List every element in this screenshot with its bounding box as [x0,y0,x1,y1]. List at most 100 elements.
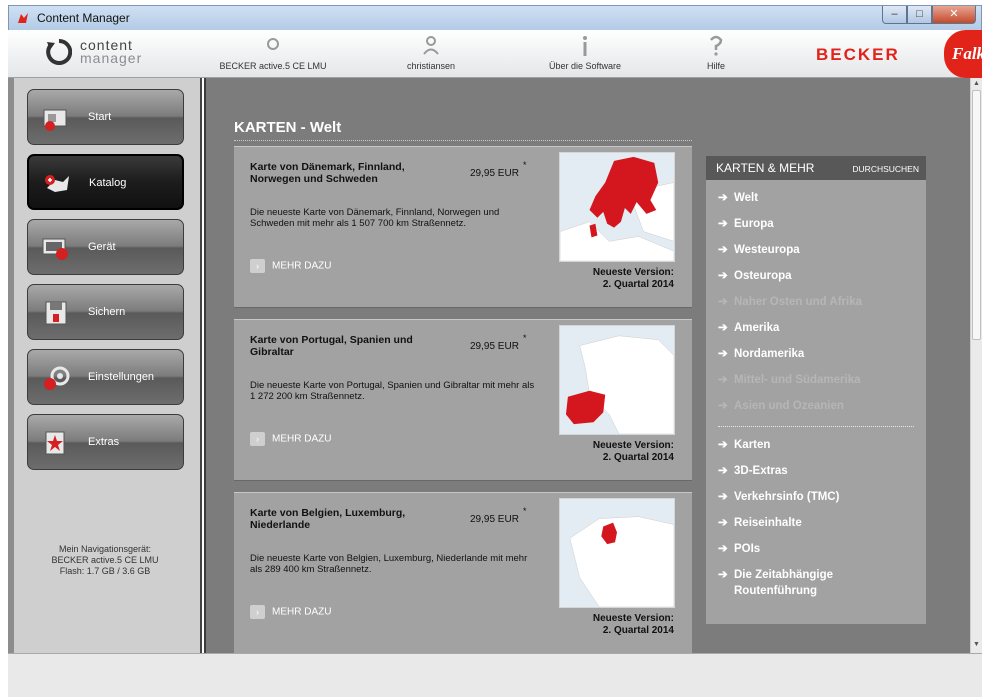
region-label: Amerika [734,322,780,334]
map-benelux-image [559,498,675,608]
category-link-zeitabhaengige-route[interactable]: ➔ Die Zeitabhängige Routenführung [718,567,908,599]
scrollbar-thumb[interactable] [972,90,981,340]
nav-settings-button[interactable]: Einstellungen [27,349,184,405]
nav-device-button[interactable]: Gerät [27,219,184,275]
arrow-right-icon: ➔ [718,270,728,282]
more-info-label: MEHR DAZU [272,260,332,272]
arrow-right-icon: ➔ [718,465,728,477]
vertical-scrollbar[interactable]: ▲ ▼ [970,78,982,653]
product-title: Karte von Portugal, Spanien und Gibralta… [250,334,413,358]
product-price: 29,95 EUR [470,168,519,179]
user-icon [423,36,439,55]
version-info: Neueste Version: 2. Quartal 2014 [534,613,674,637]
category-label: Die Zeitabhängige Routenführung [734,569,834,597]
version-info: Neueste Version: 2. Quartal 2014 [534,267,674,291]
product-description: Die neueste Karte von Belgien, Luxemburg… [250,553,528,575]
device-info-line3: Flash: 1.7 GB / 3.6 GB [59,566,151,576]
header-help[interactable]: Hilfe [701,34,731,71]
arrow-right-icon: ➔ [718,517,728,529]
start-icon [43,109,67,131]
header-device-label: BECKER active.5 CE LMU [219,61,327,71]
arrow-right-icon: ➔ [718,192,728,204]
scroll-down-icon[interactable]: ▼ [973,641,980,648]
falk-logo: Falk [944,30,982,78]
close-button[interactable]: ✕ [932,6,976,24]
nav-device-label: Gerät [88,241,116,253]
more-info-label: MEHR DAZU [272,433,332,445]
device-info: Mein Navigationsgerät: BECKER active.5 C… [8,544,202,577]
arrow-right-icon: ➔ [718,322,728,334]
chevron-right-icon: › [250,432,265,446]
nav-extras-label: Extras [88,436,120,448]
version-label: Neueste Version: [592,267,674,278]
catalog-icon [45,175,69,192]
category-link-pois[interactable]: ➔ POIs [718,541,760,555]
nav-catalog-button[interactable]: Katalog [27,154,184,210]
header-device[interactable]: BECKER active.5 CE LMU [208,34,338,71]
panel-header: KARTEN & MEHR DURCHSUCHEN [706,156,926,180]
header-user-label: christiansen [406,61,456,71]
product-title: Karte von Dänemark, Finnland, Norwegen u… [250,161,405,185]
version-value: 2. Quartal 2014 [602,625,674,636]
region-link-europa[interactable]: ➔ Europa [718,216,774,230]
arrow-right-icon: ➔ [718,218,728,230]
device-manage-icon [42,238,68,260]
product-card: Karte von Portugal, Spanien und Gibralta… [234,319,692,481]
region-link-asien: ➔ Asien und Ozeanien [718,398,844,412]
nav-save-button[interactable]: Sichern [27,284,184,340]
arrow-right-icon: ➔ [718,569,728,581]
scroll-up-icon[interactable]: ▲ [973,80,980,87]
version-value: 2. Quartal 2014 [602,452,674,463]
region-label: Naher Osten und Afrika [734,296,863,308]
region-link-mittel-suedamerika: ➔ Mittel- und Südamerika [718,372,861,386]
nav-catalog-label: Katalog [89,177,127,189]
header-help-label: Hilfe [706,61,725,71]
nav-extras-button[interactable]: Extras [27,414,184,470]
nav-settings-label: Einstellungen [88,371,155,383]
header-about[interactable]: Über die Software [535,34,635,71]
header-about-label: Über die Software [548,61,622,71]
product-price: 29,95 EUR [470,341,519,352]
arrow-right-icon: ➔ [718,400,728,412]
chevron-right-icon: › [250,605,265,619]
more-info-link[interactable]: › MEHR DAZU [250,605,331,619]
region-link-osteuropa[interactable]: ➔ Osteuropa [718,268,792,282]
save-icon [45,301,67,325]
map-scandinavia-image [559,152,675,262]
device-icon [267,38,279,50]
region-label: Nordamerika [734,348,805,360]
panel-search-link[interactable]: DURCHSUCHEN [852,164,919,174]
header-user[interactable]: christiansen [396,34,466,71]
region-link-nordamerika[interactable]: ➔ Nordamerika [718,346,804,360]
help-icon [710,35,723,56]
panel-title: KARTEN & MEHR [716,161,815,175]
arrow-right-icon: ➔ [718,374,728,386]
category-link-reiseinhalte[interactable]: ➔ Reiseinhalte [718,515,802,529]
product-card: Karte von Belgien, Luxemburg, Niederland… [234,492,692,653]
region-link-naher-osten: ➔ Naher Osten und Afrika [718,294,862,308]
category-link-karten[interactable]: ➔ Karten [718,437,770,451]
category-link-tmc[interactable]: ➔ Verkehrsinfo (TMC) [718,489,839,503]
product-description: Die neueste Karte von Portugal, Spanien … [250,380,535,402]
extras-icon [45,431,65,455]
more-info-link[interactable]: › MEHR DAZU [250,432,331,446]
arrow-right-icon: ➔ [718,491,728,503]
version-info: Neueste Version: 2. Quartal 2014 [534,440,674,464]
region-label: Europa [734,218,774,230]
main-content: KARTEN - Welt Karte von Dänemark, Finnla… [204,78,970,653]
arrow-right-icon: ➔ [718,348,728,360]
product-description: Die neueste Karte von Dänemark, Finnland… [250,207,500,229]
region-link-welt[interactable]: ➔ Welt [718,190,758,204]
settings-icon [44,366,70,390]
more-info-link[interactable]: › MEHR DAZU [250,259,331,273]
price-asterisk: * [523,160,527,170]
arrow-right-icon: ➔ [718,439,728,451]
nav-start-button[interactable]: Start [27,89,184,145]
minimize-button[interactable]: – [882,6,907,24]
region-link-amerika[interactable]: ➔ Amerika [718,320,779,334]
region-link-westeuropa[interactable]: ➔ Westeuropa [718,242,800,256]
category-link-3d-extras[interactable]: ➔ 3D-Extras [718,463,788,477]
version-value: 2. Quartal 2014 [602,279,674,290]
maximize-button[interactable]: □ [907,6,932,24]
nav-start-label: Start [88,111,112,123]
